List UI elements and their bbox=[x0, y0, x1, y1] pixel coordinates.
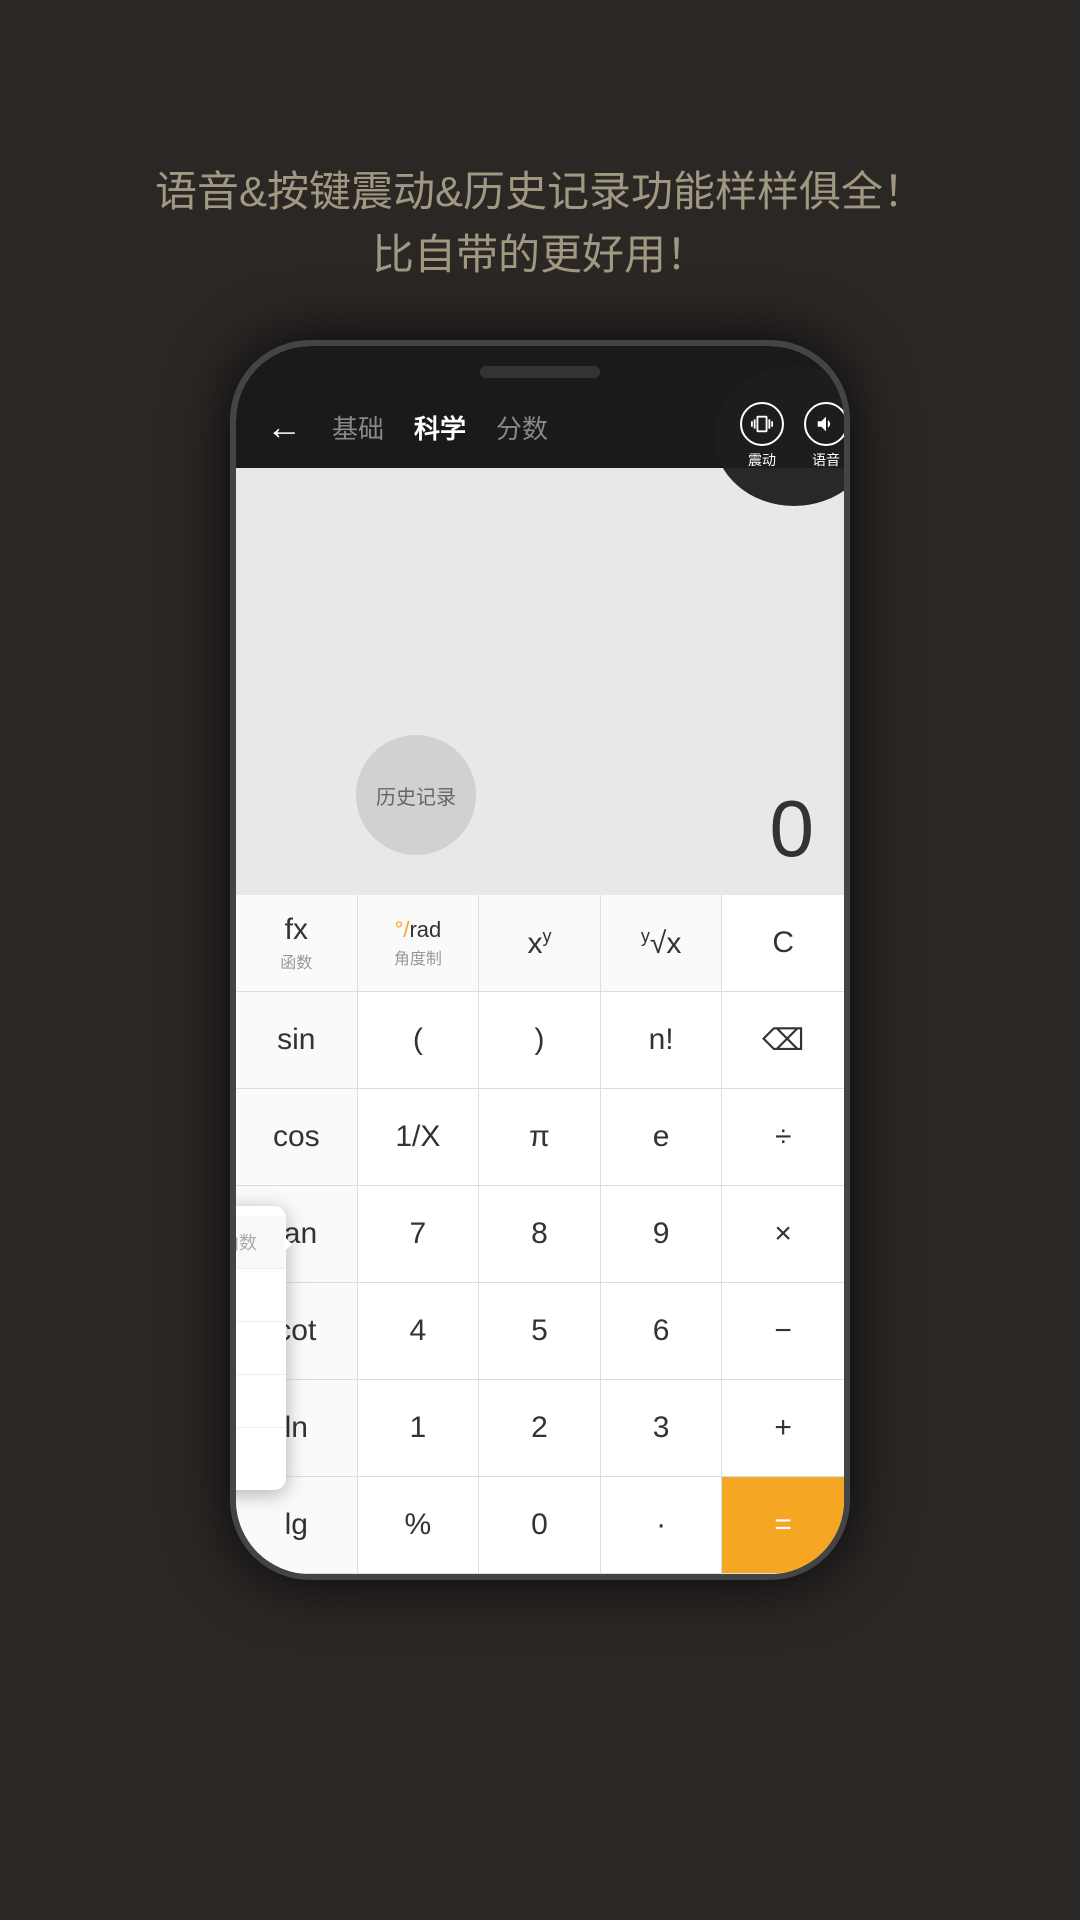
voice-control[interactable]: 语音 bbox=[804, 402, 844, 470]
key-3-5-3[interactable]: 3 bbox=[601, 1380, 723, 1476]
history-button[interactable]: 历史记录 bbox=[356, 735, 476, 855]
key-9-3-3[interactable]: 9 bbox=[601, 1186, 723, 1282]
voice-label: 语音 bbox=[812, 450, 840, 470]
vibrate-icon bbox=[740, 402, 784, 446]
back-button[interactable]: ← bbox=[266, 406, 302, 448]
key-_-6-3[interactable]: · bbox=[601, 1477, 723, 1573]
key-__rad-0-1[interactable]: °/rad角度制 bbox=[358, 895, 480, 991]
promo-section: 语音&按键震动&历史记录功能样样俱全！ 比自带的更好用！ bbox=[0, 0, 1080, 346]
display-number: 0 bbox=[770, 783, 815, 875]
keyboard-row-5: ln123+ bbox=[236, 1380, 844, 1477]
top-bar: ← 基础 科学 分数 震 bbox=[236, 346, 844, 468]
display-area: 历史记录 0 bbox=[236, 468, 844, 895]
key-C-0-4[interactable]: C bbox=[722, 895, 844, 991]
key-6-4-3[interactable]: 6 bbox=[601, 1283, 723, 1379]
key-lg-6-0[interactable]: lg bbox=[236, 1477, 358, 1573]
key-__x-0-3[interactable]: y√x bbox=[601, 895, 723, 991]
keyboard: fx函数°/rad角度制xyy√xCsin()n!⌫cos1/Xπe÷tan78… bbox=[236, 895, 844, 1574]
keyboard-row-1: sin()n!⌫ bbox=[236, 992, 844, 1089]
promo-line2: 比自带的更好用！ bbox=[80, 223, 1000, 286]
key-_-6-1[interactable]: % bbox=[358, 1477, 480, 1573]
key-4-4-1[interactable]: 4 bbox=[358, 1283, 480, 1379]
key-_-1-1[interactable]: ( bbox=[358, 992, 480, 1088]
key-sin-1-0[interactable]: sin bbox=[236, 992, 358, 1088]
key-1_X-2-1[interactable]: 1/X bbox=[358, 1089, 480, 1185]
key-x_-0-2[interactable]: xy bbox=[479, 895, 601, 991]
tab-science[interactable]: 科学 bbox=[414, 409, 466, 446]
keyboard-row-2: cos1/Xπe÷ bbox=[236, 1089, 844, 1186]
controls-row: 震动 语音 bbox=[740, 402, 844, 470]
key-_-2-2[interactable]: π bbox=[479, 1089, 601, 1185]
key-fx-0-0[interactable]: fx函数 bbox=[236, 895, 358, 991]
popup-item-cos[interactable]: cos-1 bbox=[236, 1322, 286, 1375]
tab-fraction[interactable]: 分数 bbox=[496, 409, 548, 446]
key-n_-1-3[interactable]: n! bbox=[601, 992, 723, 1088]
key-_-3-4[interactable]: × bbox=[722, 1186, 844, 1282]
key-cos-2-0[interactable]: cos bbox=[236, 1089, 358, 1185]
key-e-2-3[interactable]: e bbox=[601, 1089, 723, 1185]
keyboard-row-6: lg%0·= bbox=[236, 1477, 844, 1574]
keyboard-row-0: fx函数°/rad角度制xyy√xC bbox=[236, 895, 844, 992]
key-_-1-4[interactable]: ⌫ bbox=[722, 992, 844, 1088]
popup-fx-label: 反函数 bbox=[236, 1229, 257, 1255]
key-7-3-1[interactable]: 7 bbox=[358, 1186, 480, 1282]
voice-icon bbox=[804, 402, 844, 446]
key-1-5-1[interactable]: 1 bbox=[358, 1380, 480, 1476]
vibrate-label: 震动 bbox=[748, 450, 776, 470]
phone-screen: ← 基础 科学 分数 震 bbox=[236, 346, 844, 1574]
phone-frame: ← 基础 科学 分数 震 bbox=[230, 340, 850, 1580]
keyboard-row-4: cot456− bbox=[236, 1283, 844, 1380]
key-8-3-2[interactable]: 8 bbox=[479, 1186, 601, 1282]
phone-notch bbox=[480, 366, 600, 378]
key-2-5-2[interactable]: 2 bbox=[479, 1380, 601, 1476]
key-0-6-2[interactable]: 0 bbox=[479, 1477, 601, 1573]
keyboard-row-3: tan789× bbox=[236, 1186, 844, 1283]
key-_-6-4[interactable]: = bbox=[722, 1477, 844, 1573]
key-_-1-2[interactable]: ) bbox=[479, 992, 601, 1088]
popup-item-sin[interactable]: sin-1 bbox=[236, 1269, 286, 1322]
key-_-2-4[interactable]: ÷ bbox=[722, 1089, 844, 1185]
popup-item-fx-inverse[interactable]: fx-1 反函数 bbox=[236, 1216, 286, 1269]
key-_-4-4[interactable]: − bbox=[722, 1283, 844, 1379]
popup-menu: fx-1 反函数 sin-1 cos-1 tan-1 cot-1 bbox=[236, 1206, 286, 1490]
promo-line1: 语音&按键震动&历史记录功能样样俱全！ bbox=[80, 160, 1000, 223]
popup-item-cot[interactable]: cot-1 bbox=[236, 1428, 286, 1480]
key-5-4-2[interactable]: 5 bbox=[479, 1283, 601, 1379]
popup-item-tan[interactable]: tan-1 bbox=[236, 1375, 286, 1428]
phone-wrapper: ← 基础 科学 分数 震 bbox=[230, 340, 850, 1580]
tab-basic[interactable]: 基础 bbox=[332, 409, 384, 446]
key-_-5-4[interactable]: + bbox=[722, 1380, 844, 1476]
vibrate-control[interactable]: 震动 bbox=[740, 402, 784, 470]
